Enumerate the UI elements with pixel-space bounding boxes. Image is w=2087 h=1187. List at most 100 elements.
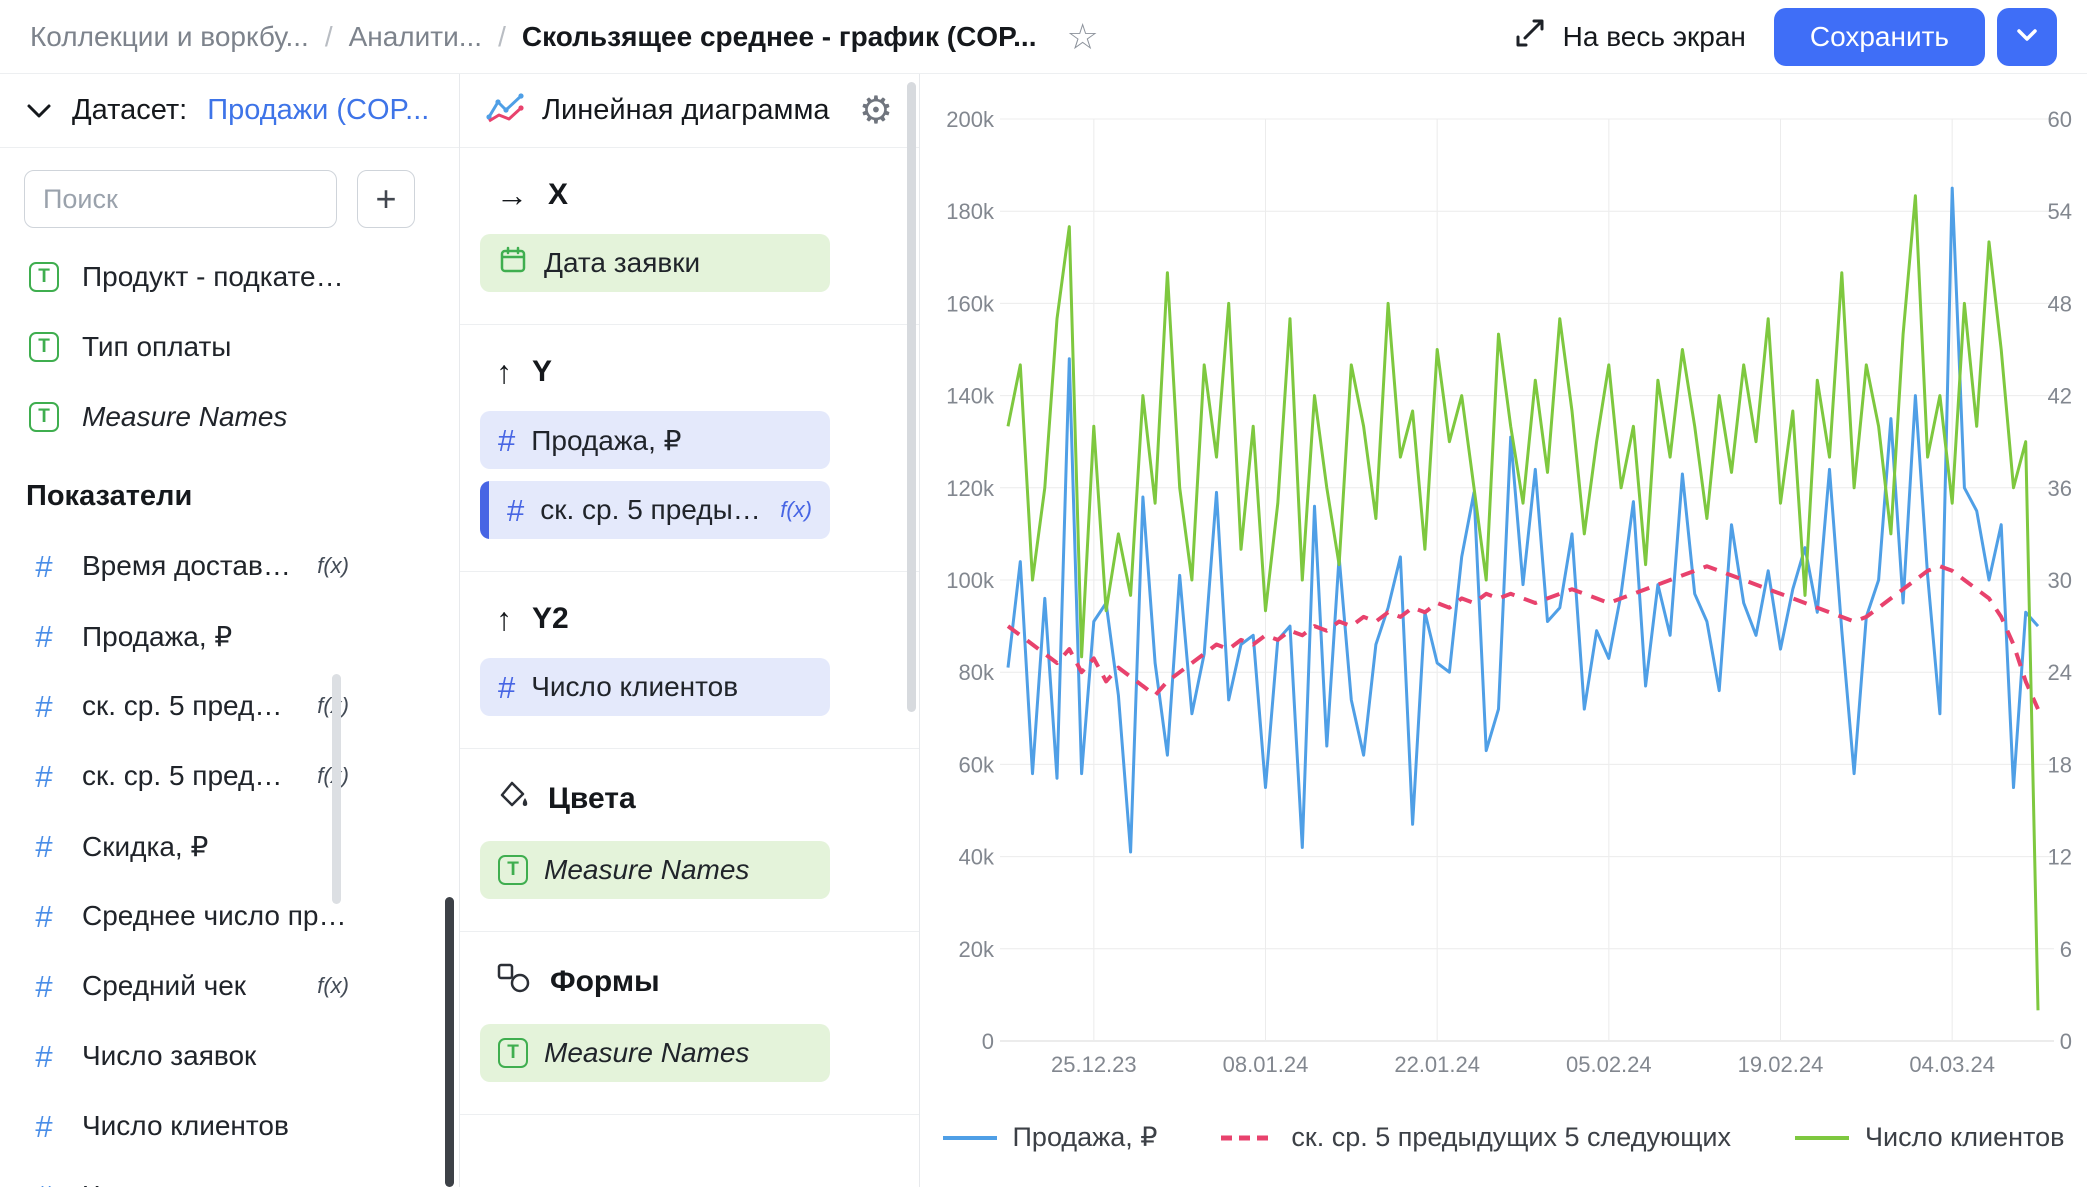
legend-item[interactable]: Число клиентов: [1795, 1122, 2064, 1153]
y-axis-left-tick: 120k: [946, 476, 995, 501]
arrow-right-icon: →: [496, 179, 528, 211]
page-title: Скользящее среднее - график (COP...: [522, 21, 1037, 53]
dataset-panel: Датасет: Продажи (COP... + T Продукт - п…: [0, 74, 460, 1187]
chart-type-label[interactable]: Линейная диаграмма: [542, 94, 841, 127]
shapes-icon: [496, 962, 530, 1002]
series-line-0[interactable]: [1008, 188, 2038, 852]
chip-label: Measure Names: [544, 854, 812, 886]
formula-badge: f(x): [317, 1183, 349, 1187]
field-list: T Продукт - подкатегория T Тип оплаты T …: [0, 242, 459, 1187]
y-axis-right-tick: 36: [2048, 476, 2072, 501]
save-button[interactable]: Сохранить: [1774, 8, 1985, 66]
chip-label: Дата заявки: [544, 247, 812, 279]
breadcrumb-collections[interactable]: Коллекции и воркбу...: [30, 21, 309, 53]
x-axis-tick: 04.03.24: [1909, 1052, 1995, 1077]
chip-label: Число клиентов: [531, 671, 812, 703]
series-line-1[interactable]: [1008, 566, 2038, 709]
field-label: Число клиентов: [82, 1110, 349, 1142]
field-label: Число заявок: [82, 1040, 349, 1072]
field-item[interactable]: # Продажа, ₽: [0, 601, 459, 671]
field-item[interactable]: # Среднее число продукто...: [0, 881, 459, 951]
arrow-up-icon: ↑: [496, 356, 512, 388]
field-item[interactable]: T Measure Names: [0, 382, 459, 452]
y-axis-right-tick: 48: [2048, 291, 2072, 316]
measure-type-icon: #: [26, 1111, 62, 1142]
dataset-link[interactable]: Продажи (COP...: [207, 94, 429, 127]
collapse-chevron-icon[interactable]: [26, 94, 52, 127]
formula-badge: f(x): [317, 973, 349, 999]
field-item[interactable]: # Число клиентов: [0, 1091, 459, 1161]
y-axis-right-tick: 0: [2060, 1029, 2072, 1054]
field-item[interactable]: # ск. ср. 5 предыдущих... f(x): [0, 741, 459, 811]
fullscreen-label: На весь экран: [1563, 21, 1746, 53]
field-list-scrollbar[interactable]: [332, 674, 341, 904]
y-axis-right-tick: 24: [2048, 660, 2072, 685]
field-chip-colors[interactable]: T Measure Names: [480, 841, 830, 899]
legend-marker: [943, 1133, 997, 1143]
section-y: ↑ Y # Продажа, ₽ # ск. ср. 5 предыд... f…: [460, 325, 919, 572]
field-item[interactable]: # Средний чек f(x): [0, 951, 459, 1021]
breadcrumb-separator: /: [325, 21, 333, 53]
favorite-star-icon[interactable]: ☆: [1066, 19, 1098, 55]
y-axis-right-tick: 60: [2048, 107, 2072, 132]
header: Коллекции и воркбу... / Аналити... / Ско…: [0, 0, 2087, 74]
field-chip-y2-clients[interactable]: # Число клиентов: [480, 658, 830, 716]
section-y2: ↑ Y2 # Число клиентов: [460, 572, 919, 749]
field-label: ск. ср. 5 предыдущих...: [82, 760, 297, 792]
formula-badge: f(x): [317, 553, 349, 579]
field-label: Средний чек: [82, 970, 297, 1002]
chart-legend: Продажа, ₽ ск. ср. 5 предыдущих 5 следующ…: [920, 1122, 2087, 1153]
line-chart-icon: [486, 92, 524, 129]
chart-config-panel: Линейная диаграмма ⚙ → X: [460, 74, 920, 1187]
field-label: Продажа, ₽: [82, 620, 349, 653]
chart-type-row: Линейная диаграмма ⚙: [460, 74, 919, 148]
field-item[interactable]: # Число магазинов f(x): [0, 1161, 459, 1187]
save-options-button[interactable]: [1997, 8, 2057, 66]
header-actions: На весь экран Сохранить: [1513, 8, 2057, 66]
x-axis-tick: 25.12.23: [1051, 1052, 1137, 1077]
fullscreen-button[interactable]: На весь экран: [1513, 16, 1746, 57]
line-chart[interactable]: 0020k640k1260k1880k24100k30120k36140k421…: [920, 80, 2087, 1092]
x-axis-tick: 19.02.24: [1738, 1052, 1824, 1077]
measure-type-icon: #: [498, 425, 515, 456]
field-item[interactable]: # Скидка, ₽: [0, 811, 459, 881]
sidebar-scrollbar[interactable]: [445, 897, 454, 1187]
y-axis-left-tick: 80k: [959, 660, 995, 685]
legend-item[interactable]: Продажа, ₽: [943, 1122, 1158, 1153]
field-chip-x-date[interactable]: Дата заявки: [480, 234, 830, 292]
chip-label: Measure Names: [544, 1037, 812, 1069]
y-axis-left-tick: 140k: [946, 384, 995, 409]
search-input[interactable]: [24, 170, 337, 228]
add-field-button[interactable]: +: [357, 170, 415, 228]
legend-marker: [1795, 1133, 1849, 1143]
section-colors-label: Цвета: [496, 779, 893, 819]
y-axis-left-tick: 40k: [959, 845, 995, 870]
measure-type-icon: #: [498, 672, 515, 703]
dataset-row: Датасет: Продажи (COP...: [0, 74, 459, 148]
dimension-type-icon: T: [26, 332, 62, 362]
field-chip-y-moving-average[interactable]: # ск. ср. 5 предыд... f(x): [480, 481, 830, 539]
field-item[interactable]: T Тип оплаты: [0, 312, 459, 382]
field-item[interactable]: # Время доставки, дн. f(x): [0, 531, 459, 601]
breadcrumb-analytics[interactable]: Аналити...: [349, 21, 483, 53]
field-item[interactable]: # ск. ср. 5 предыдущих f(x): [0, 671, 459, 741]
field-chip-shapes[interactable]: T Measure Names: [480, 1024, 830, 1082]
breadcrumb: Коллекции и воркбу... / Аналити... / Ско…: [30, 19, 1099, 55]
section-y2-label: ↑ Y2: [496, 602, 893, 636]
y-axis-left-tick: 200k: [946, 107, 995, 132]
config-scrollbar[interactable]: [907, 82, 916, 712]
field-chip-y-sales[interactable]: # Продажа, ₽: [480, 411, 830, 469]
arrow-up-icon: ↑: [496, 603, 512, 635]
field-label: Продукт - подкатегория: [82, 261, 349, 293]
measure-type-icon: #: [26, 831, 62, 862]
fullscreen-icon: [1513, 16, 1547, 57]
field-label: Среднее число продукто...: [82, 900, 349, 932]
measures-section-header: Показатели: [0, 452, 459, 531]
field-item[interactable]: T Продукт - подкатегория: [0, 242, 459, 312]
body: Датасет: Продажи (COP... + T Продукт - п…: [0, 74, 2087, 1187]
y-axis-left-tick: 0: [982, 1029, 994, 1054]
field-item[interactable]: # Число заявок: [0, 1021, 459, 1091]
gear-icon[interactable]: ⚙: [859, 92, 893, 130]
legend-item[interactable]: ск. ср. 5 предыдущих 5 следующих: [1221, 1122, 1731, 1153]
measure-type-icon: #: [507, 495, 524, 526]
